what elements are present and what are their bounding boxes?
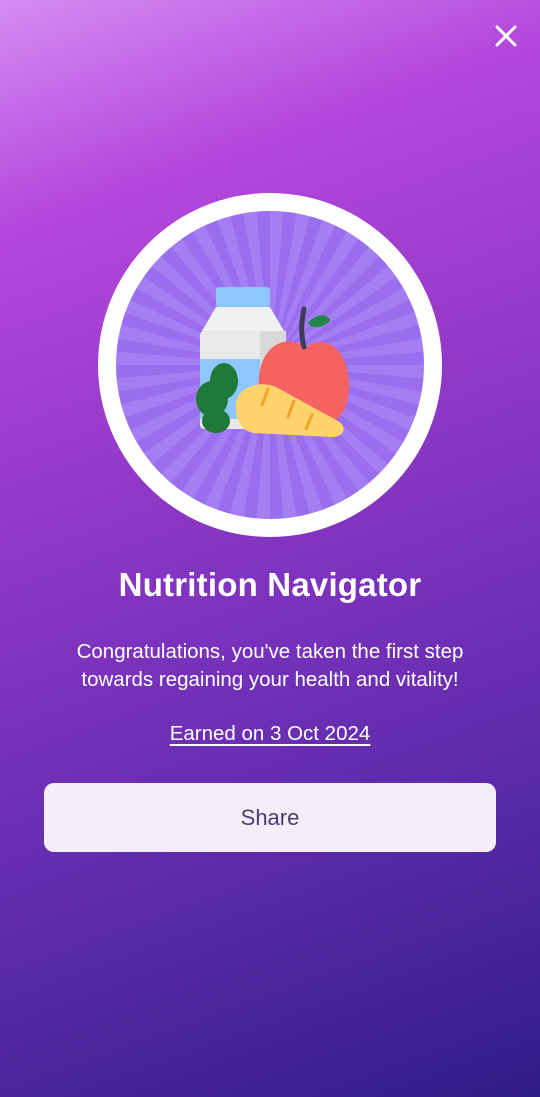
badge-title: Nutrition Navigator (118, 566, 422, 603)
badge-circle (116, 211, 424, 519)
close-button[interactable] (492, 22, 520, 50)
earned-date: Earned on 3 Oct 2024 (0, 722, 540, 746)
earned-date-link[interactable]: Earned on 3 Oct 2024 (170, 722, 371, 745)
share-button[interactable]: Share (44, 783, 496, 852)
badge-medallion (98, 193, 442, 537)
close-icon (495, 25, 517, 47)
nutrition-illustration (196, 287, 350, 437)
congratulations-message: Congratulations, you've taken the first … (76, 640, 464, 691)
